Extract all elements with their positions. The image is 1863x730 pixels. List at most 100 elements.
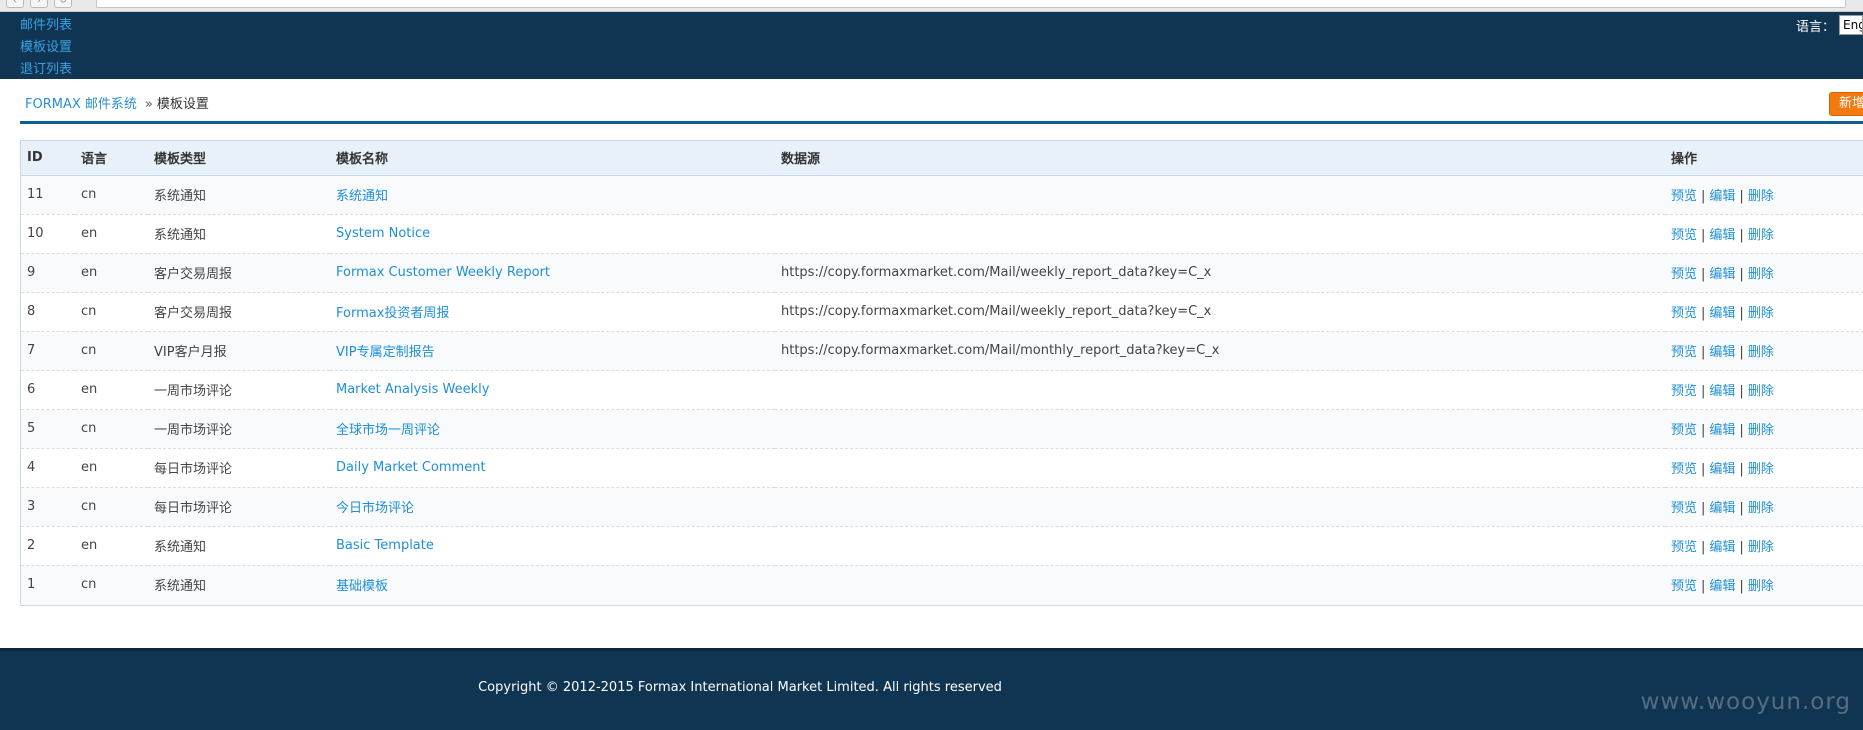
edit-link[interactable]: 编辑 <box>1709 267 1735 282</box>
cell-name: 基础模板 <box>330 565 775 604</box>
cell-source <box>775 370 1665 410</box>
cell-language: en <box>75 526 148 566</box>
preview-link[interactable]: 预览 <box>1671 345 1697 360</box>
cell-language: cn <box>75 175 148 215</box>
edit-link[interactable]: 编辑 <box>1709 423 1735 438</box>
cell-source: https://copy.formaxmarket.com/Mail/month… <box>775 331 1665 371</box>
template-name-link[interactable]: Daily Market Comment <box>336 460 486 475</box>
template-name-link[interactable]: VIP专属定制报告 <box>336 345 435 360</box>
address-bar[interactable] <box>96 0 1846 8</box>
template-name-link[interactable]: Basic Template <box>336 538 434 553</box>
cell-name: 今日市场评论 <box>330 487 775 527</box>
delete-link[interactable]: 删除 <box>1748 501 1774 516</box>
cell-id: 6 <box>21 370 75 410</box>
back-icon[interactable]: ‹ <box>6 0 24 8</box>
breadcrumb-separator: » <box>144 97 153 112</box>
delete-link[interactable]: 删除 <box>1748 345 1774 360</box>
preview-link[interactable]: 预览 <box>1671 306 1697 321</box>
preview-link[interactable]: 预览 <box>1671 189 1697 204</box>
template-name-link[interactable]: Market Analysis Weekly <box>336 382 489 397</box>
nav-item-unsubscribe-list[interactable]: 退订列表 <box>20 59 72 81</box>
preview-link[interactable]: 预览 <box>1671 501 1697 516</box>
table-row: 4 en 每日市场评论 Daily Market Comment 预览 | 编辑 | 删除 <box>21 448 1863 488</box>
template-name-link[interactable]: 今日市场评论 <box>336 501 414 516</box>
cell-name: Daily Market Comment <box>330 448 775 488</box>
delete-link[interactable]: 删除 <box>1748 384 1774 399</box>
forward-icon[interactable]: › <box>30 0 48 8</box>
action-separator: | <box>1701 423 1706 438</box>
nav-item-mail-list[interactable]: 邮件列表 <box>20 15 72 37</box>
cell-name: Formax Customer Weekly Report <box>330 253 775 293</box>
action-separator: | <box>1739 579 1744 595</box>
delete-link[interactable]: 删除 <box>1748 579 1774 594</box>
cell-source <box>775 487 1665 527</box>
cell-source <box>775 214 1665 254</box>
template-name-link[interactable]: Formax Customer Weekly Report <box>336 265 550 280</box>
edit-link[interactable]: 编辑 <box>1709 345 1735 360</box>
preview-link[interactable]: 预览 <box>1671 423 1697 438</box>
cell-name: Basic Template <box>330 526 775 566</box>
edit-link[interactable]: 编辑 <box>1709 540 1735 555</box>
cell-id: 4 <box>21 448 75 488</box>
language-switcher: 语言： Eng <box>1796 15 1863 35</box>
breadcrumb-home-link[interactable]: FORMAX 邮件系统 <box>25 97 137 112</box>
edit-link[interactable]: 编辑 <box>1709 228 1735 243</box>
cell-source <box>775 565 1665 604</box>
edit-link[interactable]: 编辑 <box>1709 579 1735 594</box>
action-separator: | <box>1739 189 1744 204</box>
browser-chrome-strip: ‹ › ↻ <box>0 0 1863 12</box>
cell-type: 一周市场评论 <box>148 370 330 410</box>
cell-source: https://copy.formaxmarket.com/Mail/weekl… <box>775 292 1665 332</box>
delete-link[interactable]: 删除 <box>1748 462 1774 477</box>
table-row: 10 en 系统通知 System Notice 预览 | 编辑 | 删除 <box>21 214 1863 254</box>
preview-link[interactable]: 预览 <box>1671 384 1697 399</box>
action-separator: | <box>1739 306 1744 321</box>
cell-type: 系统通知 <box>148 565 330 604</box>
template-name-link[interactable]: 系统通知 <box>336 189 388 204</box>
cell-source: https://copy.formaxmarket.com/Mail/weekl… <box>775 253 1665 293</box>
delete-link[interactable]: 删除 <box>1748 423 1774 438</box>
delete-link[interactable]: 删除 <box>1748 228 1774 243</box>
action-separator: | <box>1701 267 1706 282</box>
add-template-button[interactable]: 新增 <box>1829 92 1863 116</box>
cell-type: 客户交易周报 <box>148 292 330 332</box>
cell-id: 11 <box>21 175 75 215</box>
action-separator: | <box>1739 267 1744 282</box>
delete-link[interactable]: 删除 <box>1748 306 1774 321</box>
delete-link[interactable]: 删除 <box>1748 540 1774 555</box>
cell-language: en <box>75 214 148 254</box>
watermark-text: www.wooyun.org <box>1640 689 1851 715</box>
template-name-link[interactable]: System Notice <box>336 226 430 241</box>
edit-link[interactable]: 编辑 <box>1709 462 1735 477</box>
reload-icon[interactable]: ↻ <box>54 0 72 8</box>
preview-link[interactable]: 预览 <box>1671 267 1697 282</box>
cell-name: Market Analysis Weekly <box>330 370 775 410</box>
edit-link[interactable]: 编辑 <box>1709 501 1735 516</box>
breadcrumb: FORMAX 邮件系统 » 模板设置 <box>25 93 209 112</box>
preview-link[interactable]: 预览 <box>1671 579 1697 594</box>
cell-actions: 预览 | 编辑 | 删除 <box>1665 253 1863 293</box>
edit-link[interactable]: 编辑 <box>1709 384 1735 399</box>
edit-link[interactable]: 编辑 <box>1709 189 1735 204</box>
column-header-language: 语言 <box>75 141 148 176</box>
action-separator: | <box>1701 189 1706 204</box>
preview-link[interactable]: 预览 <box>1671 462 1697 477</box>
cell-language: cn <box>75 409 148 449</box>
template-name-link[interactable]: Formax投资者周报 <box>336 306 449 321</box>
cell-source <box>775 448 1665 488</box>
copyright-text: Copyright © 2012-2015 Formax Internation… <box>478 680 1002 695</box>
template-table: ID 语言 模板类型 模板名称 数据源 操作 11 cn 系统通知 系统通知 预览 | 编辑… <box>21 141 1863 604</box>
cell-type: 每日市场评论 <box>148 487 330 527</box>
template-name-link[interactable]: 基础模板 <box>336 579 388 594</box>
action-separator: | <box>1739 345 1744 360</box>
preview-link[interactable]: 预览 <box>1671 540 1697 555</box>
cell-id: 9 <box>21 253 75 293</box>
cell-id: 5 <box>21 409 75 449</box>
language-select[interactable]: Eng <box>1839 15 1863 35</box>
edit-link[interactable]: 编辑 <box>1709 306 1735 321</box>
delete-link[interactable]: 删除 <box>1748 189 1774 204</box>
template-name-link[interactable]: 全球市场一周评论 <box>336 423 440 438</box>
delete-link[interactable]: 删除 <box>1748 267 1774 282</box>
nav-item-template-settings[interactable]: 模板设置 <box>20 37 72 59</box>
preview-link[interactable]: 预览 <box>1671 228 1697 243</box>
